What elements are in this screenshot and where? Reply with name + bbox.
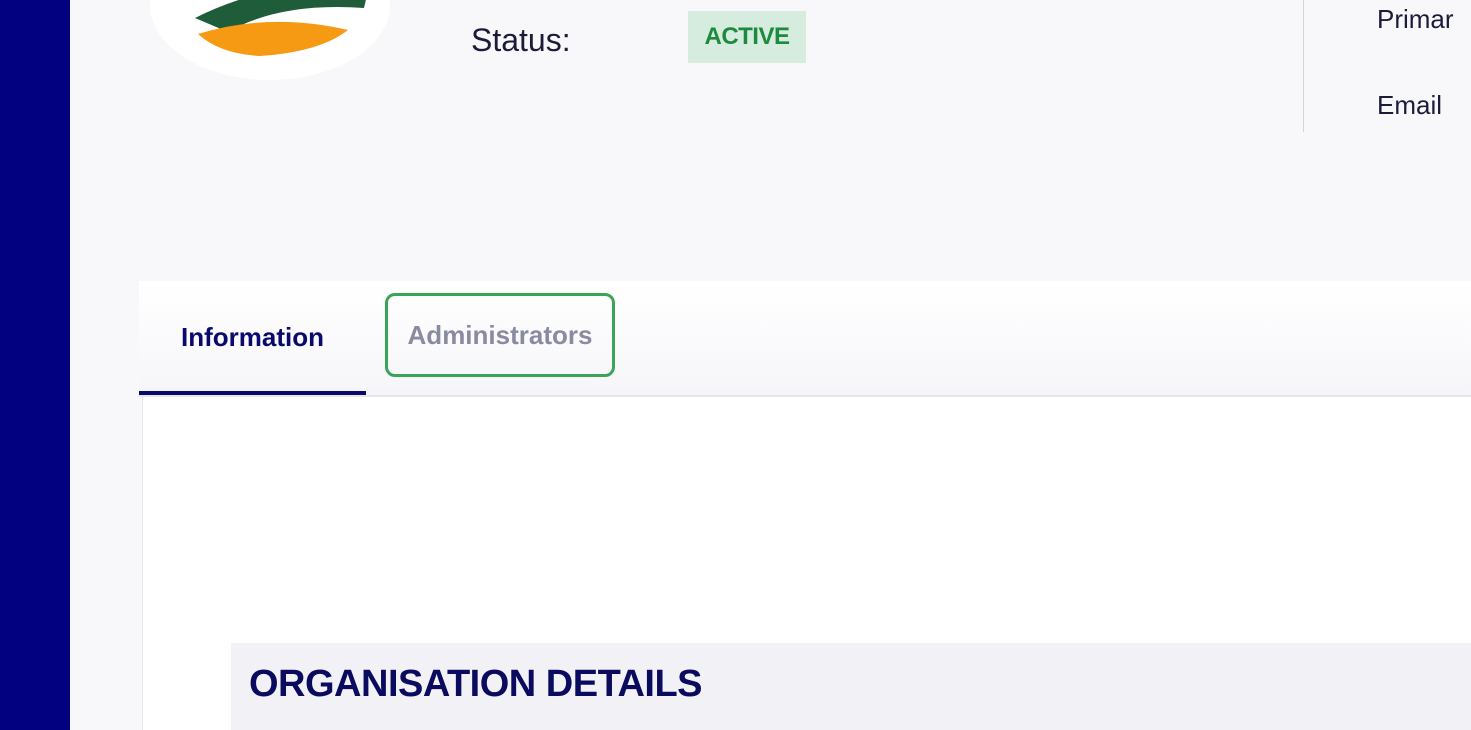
status-badge: ACTIVE: [688, 11, 806, 63]
active-tab-indicator: [139, 391, 366, 395]
tab-bar: Information Administrators: [139, 281, 1471, 397]
section-title: ORGANISATION DETAILS: [249, 663, 703, 705]
tab-information-label: Information: [181, 321, 324, 352]
status-label: Status:: [471, 22, 571, 58]
contact-email-label: Email: [1377, 90, 1443, 120]
sidebar: [0, 0, 70, 730]
information-panel: ORGANISATION DETAILS: [142, 397, 1471, 730]
organisation-details-header: ORGANISATION DETAILS: [231, 643, 1471, 730]
tab-information[interactable]: Information: [139, 281, 366, 395]
header-divider: [1303, 0, 1304, 132]
tab-administrators[interactable]: Administrators: [385, 293, 615, 377]
main-content: Status: ACTIVE Primar Email Information …: [70, 0, 1471, 730]
tab-administrators-label: Administrators: [407, 319, 593, 350]
contact-primary-label: Primar: [1377, 4, 1454, 34]
organisation-logo: [150, 0, 390, 80]
